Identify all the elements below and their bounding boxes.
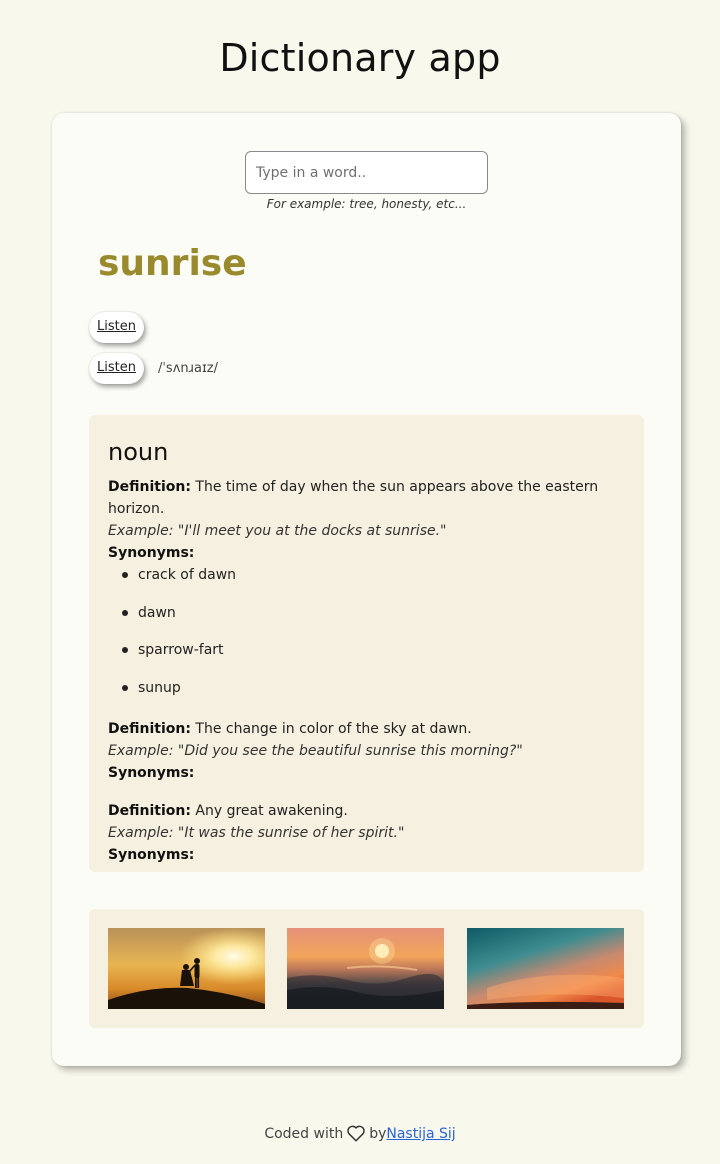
definition-label: Definition:	[108, 720, 191, 737]
definition-text: Any great awakening.	[195, 802, 348, 819]
heart-outline-icon	[347, 1125, 365, 1142]
example-text: "Did you see the beautiful sunrise this …	[177, 742, 523, 759]
definition-label: Definition:	[108, 802, 191, 819]
example: Example: "It was the sunrise of her spir…	[108, 822, 625, 844]
synonyms-label: Synonyms:	[108, 545, 195, 561]
footer-by: by	[369, 1126, 387, 1142]
word-heading: sunrise	[98, 243, 247, 284]
page-title: Dictionary app	[219, 36, 501, 80]
definition: Definition: Any great awakening.	[108, 800, 625, 822]
definition: Definition: The change in color of the s…	[108, 718, 625, 740]
photos-section	[89, 909, 644, 1028]
dictionary-card: For example: tree, honesty, etc... sunri…	[52, 113, 681, 1066]
example-text: "It was the sunrise of her spirit."	[177, 824, 405, 841]
meaning-section: noun Definition: The time of day when th…	[89, 415, 644, 872]
definition-block: Definition: The time of day when the sun…	[108, 476, 625, 704]
definition-label: Definition:	[108, 479, 191, 495]
example: Example: "Did you see the beautiful sunr…	[108, 740, 625, 762]
definition-text: The change in color of the sky at dawn.	[195, 720, 472, 737]
footer-prefix: Coded with	[264, 1126, 344, 1142]
author-link[interactable]: Nastija Sij	[386, 1126, 455, 1142]
phonetic-row: Listen	[89, 312, 144, 343]
phonetic-text: /ˈsʌnɹaɪz/	[157, 361, 219, 376]
search-hint: For example: tree, honesty, etc...	[266, 197, 467, 211]
footer: Coded with byNastija Sij	[0, 1124, 720, 1142]
definition-block: Definition: The change in color of the s…	[108, 718, 625, 784]
listen-button[interactable]: Listen	[89, 353, 144, 384]
photo-ocean-sunset[interactable]	[287, 928, 444, 1009]
synonyms-label: Synonyms:	[108, 846, 195, 863]
phonetic-row: Listen /ˈsʌnɹaɪz/	[89, 353, 218, 384]
example-label: Example:	[108, 742, 174, 759]
synonym-item: crack of dawn	[119, 564, 625, 602]
example-label: Example:	[108, 523, 174, 539]
synonym-item: sunup	[119, 677, 625, 704]
definition: Definition: The time of day when the sun…	[108, 476, 625, 520]
example-text: "I'll meet you at the docks at sunrise."	[177, 523, 447, 539]
example: Example: "I'll meet you at the docks at …	[108, 520, 625, 542]
synonym-item: dawn	[119, 602, 625, 640]
synonyms-label: Synonyms:	[108, 764, 195, 781]
search-form: For example: tree, honesty, etc...	[245, 151, 488, 211]
search-input[interactable]	[245, 151, 488, 194]
listen-button[interactable]: Listen	[89, 312, 144, 343]
example-label: Example:	[108, 824, 174, 841]
definition-block: Definition: Any great awakening. Example…	[108, 800, 625, 866]
synonym-item: sparrow-fart	[119, 639, 625, 677]
photo-silhouette-sunset[interactable]	[108, 928, 265, 1009]
photo-teal-sky-sunset[interactable]	[467, 928, 624, 1009]
synonym-list: crack of dawn dawn sparrow-fart sunup	[119, 564, 625, 704]
part-of-speech: noun	[108, 438, 169, 466]
